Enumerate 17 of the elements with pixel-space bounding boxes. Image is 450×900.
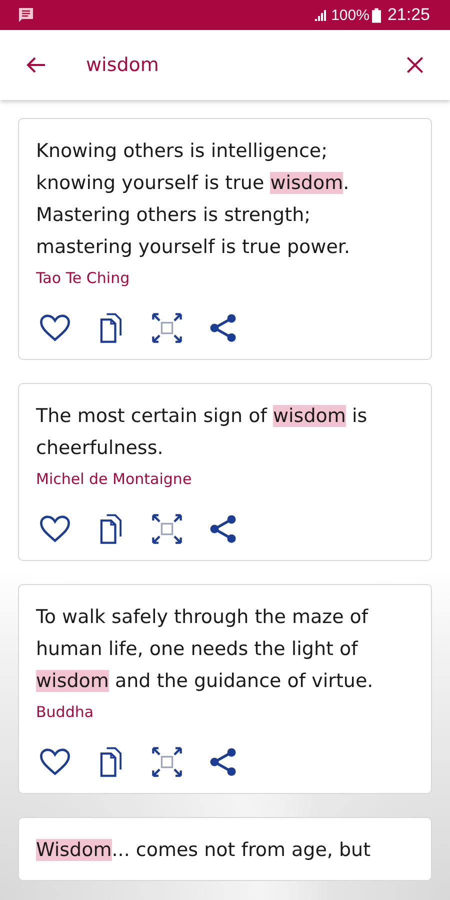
fullscreen-icon[interactable] <box>150 745 184 779</box>
author-name: Buddha <box>36 703 95 721</box>
fullscreen-icon[interactable] <box>150 512 184 546</box>
quote-text: The most certain sign of wisdom is cheerfulness. <box>36 404 368 461</box>
fullscreen-icon[interactable] <box>150 311 184 345</box>
author-name: Tao Te Ching <box>36 269 131 287</box>
quote-text: To walk safely through the maze of human life, one needs the light of wisdom and the guidance of virtue. <box>36 605 374 694</box>
battery-icon <box>372 8 382 22</box>
search-field[interactable]: wisdom <box>86 50 404 80</box>
clock: 21:25 <box>387 5 430 25</box>
message-icon <box>18 7 34 23</box>
close-icon[interactable] <box>404 54 426 76</box>
quote-text: Wisdom... comes not from age, but <box>36 838 372 863</box>
quote-text: Knowing others is intelligence; knowing yourself is true wisdom. Mastering others is strength; mastering yourself is true power. <box>36 139 352 260</box>
author-name: Michel de Montaigne <box>36 470 193 488</box>
battery-level: 100% <box>331 6 370 24</box>
signal-icon <box>314 8 328 22</box>
